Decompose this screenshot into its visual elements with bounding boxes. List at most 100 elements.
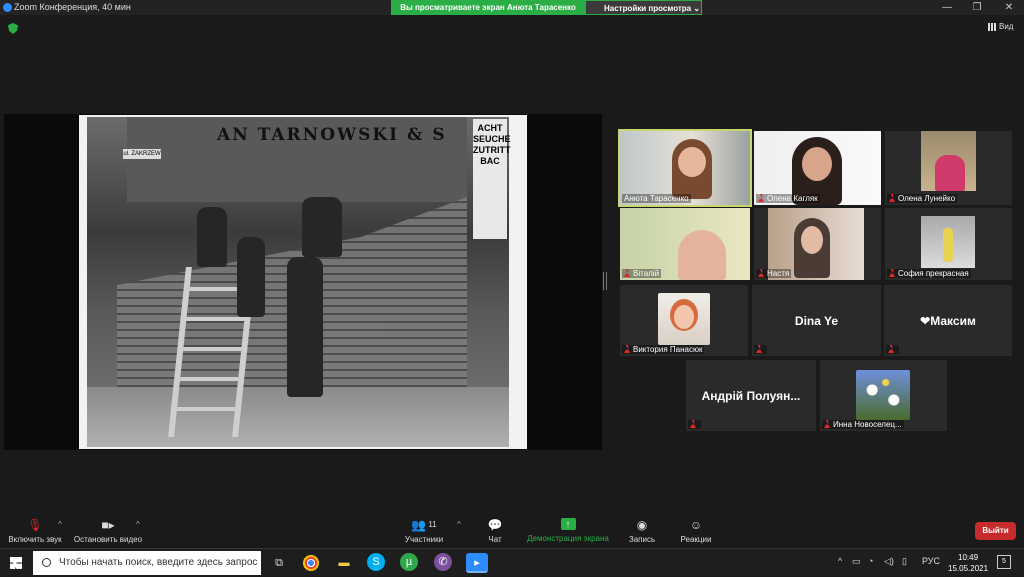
skype-icon[interactable]: S (367, 553, 385, 571)
participants-options-caret-icon[interactable]: ^ (457, 520, 461, 529)
zoom-icon (3, 3, 12, 12)
battery-icon[interactable]: ▯ (902, 556, 907, 567)
wifi-icon[interactable]: ◔ (868, 556, 873, 566)
participant-tile[interactable]: Андрій Полуян... (686, 360, 816, 431)
view-options-label: Настройки просмотра (604, 4, 692, 13)
participant-tile[interactable]: Віталій (620, 208, 750, 280)
participants-icon: 👥 11 (411, 518, 437, 532)
chevron-down-icon: ⌄ (693, 4, 701, 13)
participant-name: Олена Кагляк (756, 194, 820, 203)
file-explorer-icon[interactable]: ▬ (333, 553, 355, 573)
chrome-icon[interactable] (300, 553, 322, 573)
muted-mic-icon: 🎙 (27, 518, 43, 532)
muted-mic-icon (624, 345, 630, 353)
screen-share-banner: Вы просматриваете экран Анюта Тарасенко (391, 0, 585, 15)
share-arrow-icon: ↑ (560, 518, 576, 530)
participant-name-placeholder: ❤Максим (920, 313, 976, 328)
shared-photo: AN TARNOWSKI & S ul. ZAKRZEW ACHT SEUCHE… (79, 115, 527, 449)
muted-mic-icon (824, 420, 830, 428)
record-label: Запись (628, 535, 656, 544)
unmute-label: Включить звук (8, 535, 62, 544)
participant-name-placeholder: Андрій Полуян... (701, 388, 801, 403)
photo-worker (302, 197, 342, 257)
participant-tile[interactable]: Олена Лунейко (885, 131, 1012, 205)
audio-options-caret-icon[interactable]: ^ (58, 520, 62, 529)
participant-name: Олена Лунейко (887, 194, 958, 203)
photo-street-sign: ul. ZAKRZEW (123, 149, 161, 159)
view-options-button[interactable]: Настройки просмотра ⌄ (585, 0, 702, 15)
tray-expand-icon[interactable]: ^ (838, 556, 842, 566)
notification-center-icon[interactable]: 5 (997, 555, 1011, 569)
volume-icon[interactable]: ◁) (884, 556, 894, 567)
share-screen-button[interactable]: ↑ Демонстрация экрана (524, 518, 612, 543)
chat-button[interactable]: 💬 Чат (482, 518, 508, 544)
leave-button[interactable]: Выйти (975, 522, 1016, 540)
input-language[interactable]: РУС (922, 556, 940, 566)
video-options-caret-icon[interactable]: ^ (136, 520, 140, 529)
security-shield-icon[interactable] (8, 23, 18, 34)
record-button[interactable]: ◉ Запись (626, 518, 658, 544)
participant-tile[interactable]: Олена Кагляк (754, 131, 881, 205)
muted-mic-icon (758, 194, 764, 202)
view-label: Вид (999, 22, 1014, 31)
photo-worker (237, 237, 265, 317)
zoom-taskbar-icon[interactable]: ▸ (466, 553, 488, 573)
participant-tile[interactable]: ❤Максим (884, 285, 1012, 356)
system-clock[interactable]: 10:49 15.05.2021 (948, 552, 988, 574)
share-screen-label: Демонстрация экрана (527, 534, 609, 543)
search-icon (42, 558, 51, 567)
participant-tile[interactable]: Настя (754, 208, 881, 280)
participant-mute-status (688, 420, 701, 429)
viber-icon[interactable]: ✆ (434, 553, 452, 571)
participants-count: 11 (428, 520, 437, 529)
video-camera-icon: ■▸ (101, 518, 115, 532)
panel-splitter[interactable] (603, 272, 607, 290)
muted-mic-icon (889, 269, 895, 277)
reactions-button[interactable]: ☺ Реакции (678, 518, 714, 544)
participant-name: Инна Новоселец... (822, 420, 904, 429)
stop-video-label: Остановить видео (73, 535, 143, 544)
record-icon: ◉ (636, 518, 648, 532)
muted-mic-icon (624, 269, 630, 277)
stop-video-button[interactable]: ■▸ Остановить видео (72, 518, 144, 544)
chat-bubble-icon: 💬 (487, 518, 503, 532)
start-button[interactable] (0, 549, 32, 577)
clock-date: 15.05.2021 (948, 564, 989, 573)
participant-name: Настя (756, 269, 792, 278)
participant-tile[interactable]: Инна Новоселец... (820, 360, 947, 431)
windows-logo-icon (10, 557, 22, 569)
photo-poster: ACHT SEUCHE ZUTRITT BAC (473, 119, 511, 239)
network-icon[interactable]: ▭ (852, 556, 861, 567)
utorrent-icon[interactable]: µ (400, 553, 418, 571)
unmute-button[interactable]: 🎙 Включить звук (6, 518, 64, 544)
meeting-toolbar: 🎙 Включить звук ^ ■▸ Остановить видео ^ … (0, 512, 1024, 548)
participant-name: Віталій (622, 269, 662, 278)
participant-tile[interactable]: Dina Ye (752, 285, 881, 356)
task-view-icon[interactable]: ⧉ (268, 553, 290, 573)
photo-worker (197, 207, 227, 267)
participant-name-placeholder: Dina Ye (794, 313, 839, 328)
muted-mic-icon (690, 420, 696, 428)
view-button[interactable]: Вид (988, 22, 1013, 31)
close-icon[interactable]: ✕ (994, 1, 1024, 14)
chat-label: Чат (488, 535, 502, 544)
participant-tile[interactable]: Анюта Тарасенко (618, 129, 752, 207)
taskbar-search-box[interactable]: Чтобы начать поиск, введите здесь запрос (33, 551, 261, 575)
window-title: Zoom Конференция, 40 мин (14, 2, 131, 12)
minimize-icon[interactable]: — (932, 1, 962, 14)
participants-button[interactable]: 👥 11 Участники (402, 518, 446, 544)
grid-icon (988, 22, 996, 31)
participant-name: Виктория Панасюк (622, 345, 705, 354)
participant-tile[interactable]: Виктория Панасюк (620, 285, 748, 356)
smiley-icon: ☺ (689, 518, 703, 532)
maximize-icon[interactable]: ❐ (962, 1, 992, 14)
photo-worker (287, 257, 323, 397)
participants-label: Участники (404, 535, 444, 544)
participant-tile[interactable]: София прекрасная (885, 208, 1012, 280)
clock-time: 10:49 (958, 553, 979, 562)
muted-mic-icon (756, 345, 762, 353)
search-placeholder: Чтобы начать поиск, введите здесь запрос (59, 557, 258, 568)
participant-mute-status (754, 345, 767, 354)
muted-mic-icon (758, 269, 764, 277)
muted-mic-icon (888, 345, 894, 353)
